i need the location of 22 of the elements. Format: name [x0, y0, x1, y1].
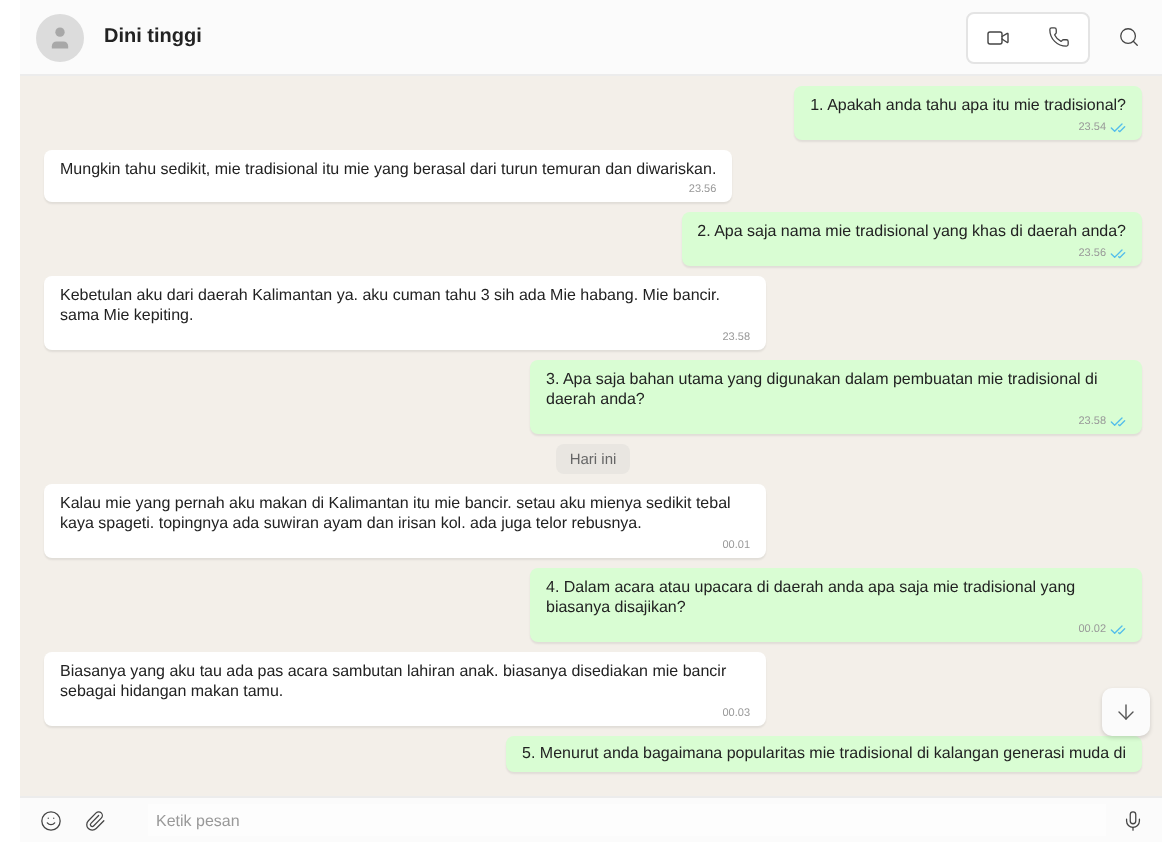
message-text: 5. Menurut anda bagaimana popularitas mie tradisional di kalangan generasi muda di: [522, 743, 1126, 764]
message-text: Kebetulan aku dari daerah Kalimantan ya. aku cuman tahu 3 sih ada Mie habang. Mie bancir. sama Mie kepiting.: [60, 285, 722, 327]
avatar-icon: [36, 13, 84, 61]
message-text: 1. Apakah anda tahu apa itu mie tradisional?: [810, 96, 1126, 117]
microphone-icon[interactable]: [1121, 809, 1143, 831]
phone-icon[interactable]: [1047, 26, 1069, 48]
message-text: Mungkin tahu sedikit, mie tradisional itu mie yang berasal dari turun temuran dan diwariskan.: [60, 159, 717, 180]
double-check-icon: [1110, 119, 1126, 135]
video-camera-icon[interactable]: [986, 25, 1010, 49]
search-icon[interactable]: [1117, 26, 1139, 48]
double-check-icon: [1110, 245, 1126, 261]
message-text: Kalau mie yang pernah aku makan di Kalimantan itu mie bancir. setau aku mienya sedikit tebal kaya spageti. topingnya ada suwiran ayam dan irisan kol. ada juga telor rebusnya.: [60, 493, 733, 535]
paperclip-icon[interactable]: [83, 809, 105, 831]
double-check-icon: [1110, 413, 1126, 429]
smiley-icon[interactable]: [39, 809, 61, 831]
message-text: 4. Dalam acara atau upacara di daerah anda apa saja mie tradisional yang biasanya disajikan?: [546, 577, 1078, 619]
double-check-icon: [1110, 621, 1126, 637]
contact-name: Dini tinggi: [104, 26, 204, 48]
arrow-down-icon[interactable]: [1114, 700, 1138, 724]
message-text: 2. Apa saja nama mie tradisional yang khas di daerah anda?: [697, 222, 1126, 243]
message-text: Biasanya yang aku tau ada pas acara sambutan lahiran anak. biasanya disediakan mie bancir sebagai hidangan makan tamu.: [60, 661, 729, 703]
message-text: 3. Apa saja bahan utama yang digunakan dalam pembuatan mie tradisional di daerah anda?: [546, 369, 1100, 411]
